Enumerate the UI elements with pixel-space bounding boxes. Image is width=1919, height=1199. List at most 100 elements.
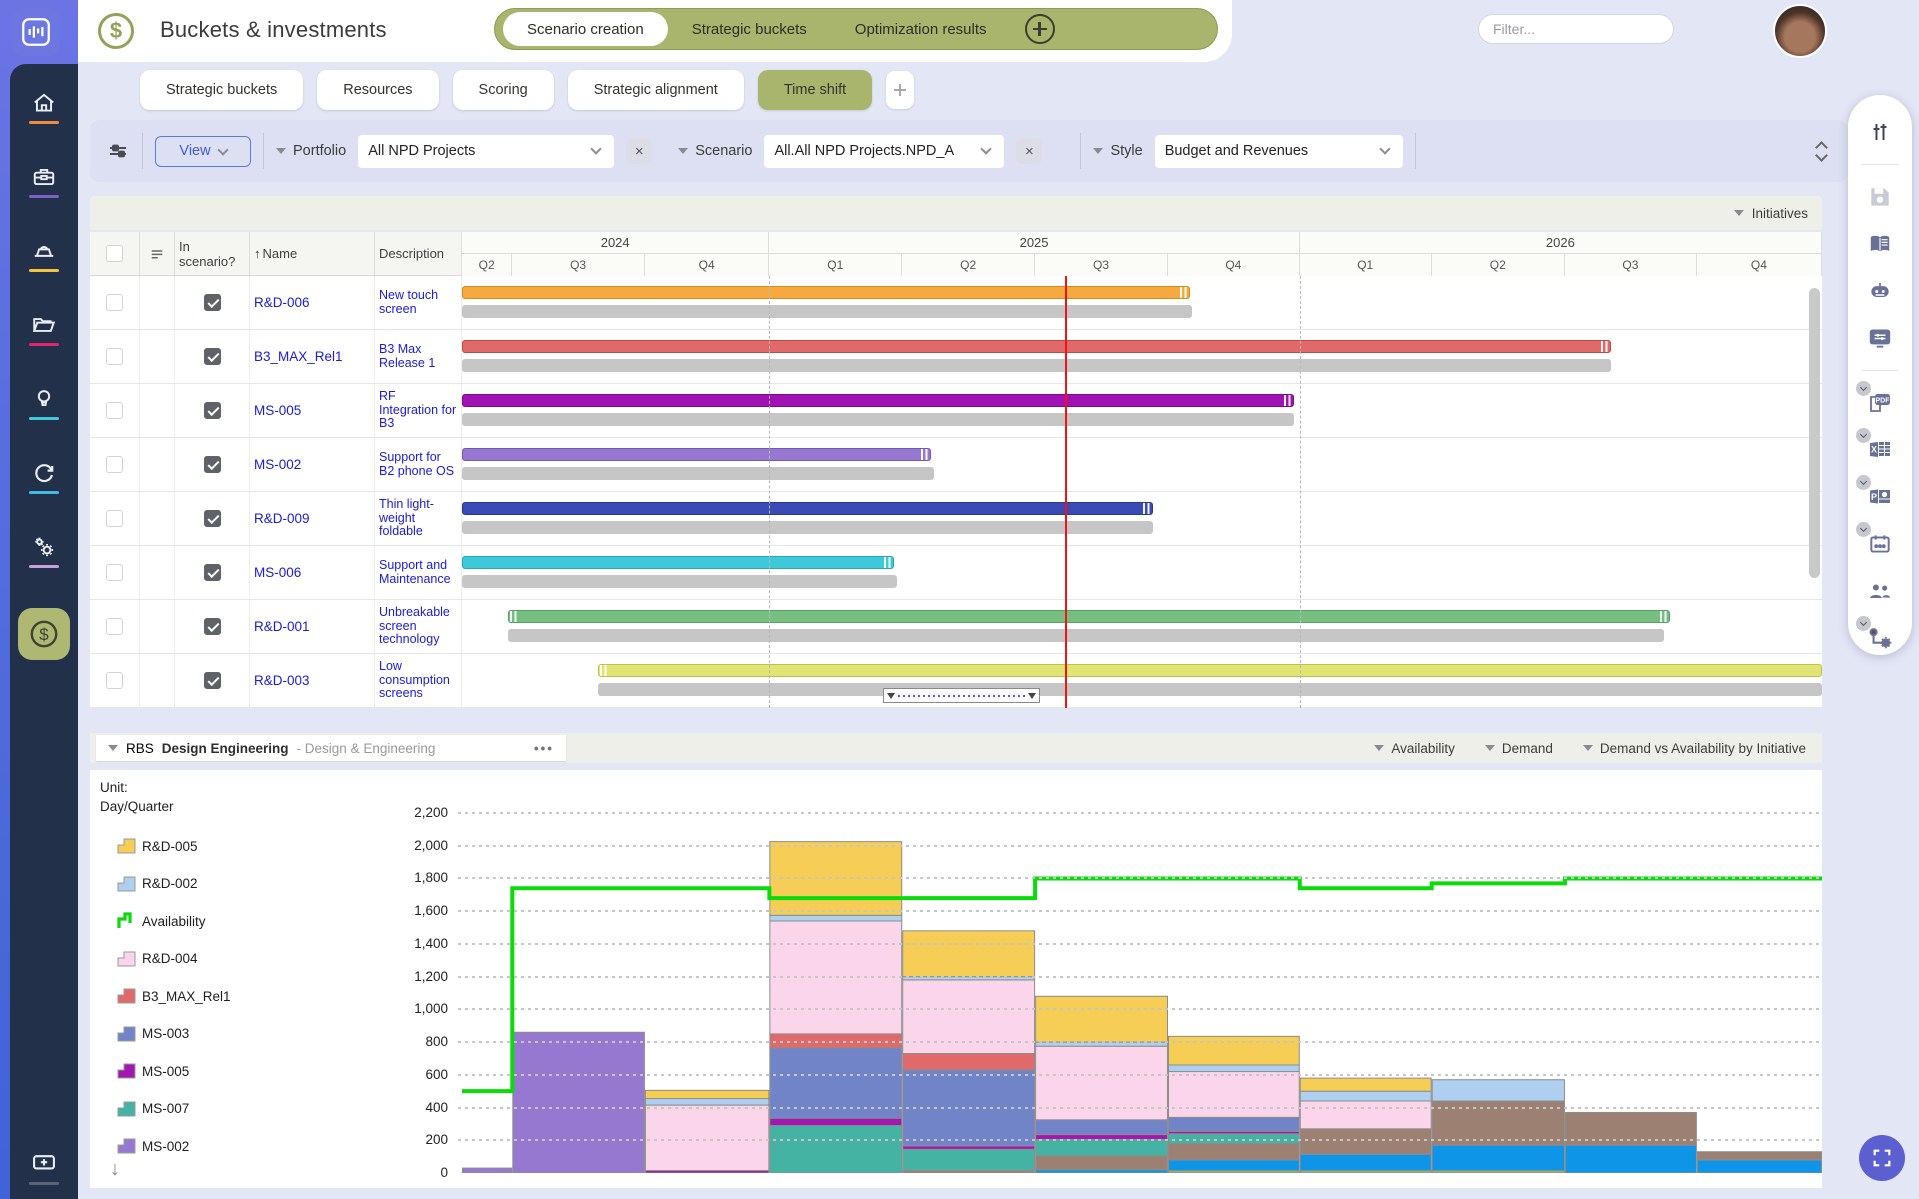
row-checkbox[interactable] xyxy=(106,402,123,419)
in-scenario-checkbox[interactable] xyxy=(204,348,221,365)
schedule-export-button[interactable] xyxy=(1865,529,1895,559)
app-logo[interactable] xyxy=(12,8,60,56)
reorder-icon[interactable] xyxy=(148,245,166,263)
initiatives-label[interactable]: Initiatives xyxy=(1752,206,1808,221)
legend-item[interactable]: R&D-005 xyxy=(116,836,198,856)
tab-scoring[interactable]: Scoring xyxy=(453,70,554,110)
toolbar-sliders-button[interactable] xyxy=(1865,117,1895,147)
gantt-bar[interactable] xyxy=(462,394,1294,407)
gantt-bar[interactable] xyxy=(462,340,1611,353)
gantt-bar[interactable] xyxy=(508,610,1669,623)
view-menu-button[interactable]: View xyxy=(155,136,251,167)
in-scenario-checkbox[interactable] xyxy=(204,456,221,473)
initiative-link[interactable]: MS-005 xyxy=(254,403,301,418)
scenario-select[interactable]: All.All NPD Projects.NPD_A xyxy=(764,135,1004,168)
legend-item[interactable]: MS-007 xyxy=(116,1099,189,1119)
row-checkbox[interactable] xyxy=(106,510,123,527)
sidebar-item-settings[interactable] xyxy=(20,534,68,608)
legend-item[interactable]: R&D-002 xyxy=(116,874,198,894)
legend-item[interactable]: B3_MAX_Rel1 xyxy=(116,986,231,1006)
tab-strategic-buckets[interactable]: Strategic buckets xyxy=(668,12,831,46)
legend-item[interactable]: R&D-004 xyxy=(116,949,198,969)
bar-height-spinner[interactable] xyxy=(1817,143,1832,160)
initiative-link[interactable]: R&D-006 xyxy=(254,295,310,310)
row-checkbox[interactable] xyxy=(106,564,123,581)
row-drag-cell[interactable] xyxy=(140,492,175,545)
sidebar-item-programs[interactable] xyxy=(20,238,68,312)
gantt-bar[interactable] xyxy=(462,556,894,569)
sliders-icon[interactable] xyxy=(106,139,130,163)
add-panel-icon[interactable] xyxy=(30,1148,58,1176)
sidebar-item-projects[interactable] xyxy=(20,164,68,238)
tab-optimization-results[interactable]: Optimization results xyxy=(831,12,1011,46)
in-scenario-checkbox[interactable] xyxy=(204,618,221,635)
column-header-name[interactable]: ↑ Name xyxy=(250,232,375,275)
sidebar-item-sync[interactable] xyxy=(20,460,68,534)
save-button[interactable] xyxy=(1865,182,1895,212)
gantt-bar[interactable] xyxy=(462,502,1153,515)
row-drag-cell[interactable] xyxy=(140,330,175,383)
initiative-link[interactable]: MS-002 xyxy=(254,457,301,472)
row-drag-cell[interactable] xyxy=(140,600,175,653)
assistant-button[interactable] xyxy=(1865,276,1895,306)
sidebar-item-home[interactable] xyxy=(20,90,68,164)
horizontal-scrollbar[interactable] xyxy=(883,688,1040,703)
share-users-button[interactable] xyxy=(1865,576,1895,606)
display-options-button[interactable] xyxy=(1865,323,1895,353)
export-ppt-button[interactable]: P xyxy=(1865,482,1895,512)
clear-scenario-button[interactable]: × xyxy=(1016,138,1042,164)
initiative-link[interactable]: B3_MAX_Rel1 xyxy=(254,349,343,364)
column-header-description[interactable]: Description xyxy=(375,232,462,275)
legend-item[interactable]: MS-002 xyxy=(116,1136,189,1156)
user-avatar[interactable] xyxy=(1773,4,1827,58)
workflow-options-chevron[interactable] xyxy=(1856,616,1871,631)
tab-resources[interactable]: Resources xyxy=(317,70,438,110)
fullscreen-button[interactable] xyxy=(1859,1135,1905,1181)
initiative-link[interactable]: R&D-001 xyxy=(254,619,310,634)
in-scenario-checkbox[interactable] xyxy=(204,510,221,527)
gantt-bar[interactable] xyxy=(598,664,1822,677)
link-availability[interactable]: Availability xyxy=(1374,741,1455,756)
row-checkbox[interactable] xyxy=(106,618,123,635)
row-drag-cell[interactable] xyxy=(140,276,175,329)
tab-time-shift[interactable]: Time shift xyxy=(758,70,872,110)
row-drag-cell[interactable] xyxy=(140,384,175,437)
global-filter-input[interactable] xyxy=(1478,14,1674,44)
rbs-selector[interactable]: RBS Design Engineering - Design & Engine… xyxy=(96,735,566,761)
rbs-more-button[interactable]: ••• xyxy=(534,741,554,756)
row-checkbox[interactable] xyxy=(106,348,123,365)
add-scenario-tab-button[interactable] xyxy=(1025,14,1055,44)
workflow-settings-button[interactable] xyxy=(1865,623,1895,653)
pdf-options-chevron[interactable] xyxy=(1856,381,1871,396)
sidebar-item-ideas[interactable] xyxy=(20,386,68,460)
tab-scenario-creation[interactable]: Scenario creation xyxy=(503,12,668,46)
portfolio-select[interactable]: All NPD Projects xyxy=(358,135,614,168)
sidebar-item-buckets-active[interactable]: $ xyxy=(18,608,70,660)
initiative-link[interactable]: MS-006 xyxy=(254,565,301,580)
in-scenario-checkbox[interactable] xyxy=(204,294,221,311)
in-scenario-checkbox[interactable] xyxy=(204,402,221,419)
tab-strategic-buckets-view[interactable]: Strategic buckets xyxy=(140,70,303,110)
clear-portfolio-button[interactable]: × xyxy=(626,138,652,164)
row-checkbox[interactable] xyxy=(106,294,123,311)
gantt-bar[interactable] xyxy=(462,286,1190,299)
sidebar-item-folders[interactable] xyxy=(20,312,68,386)
legend-item[interactable]: MS-003 xyxy=(116,1024,189,1044)
column-header-in-scenario[interactable]: In scenario? xyxy=(175,232,250,275)
link-demand-vs-availability[interactable]: Demand vs Availability by Initiative xyxy=(1583,741,1806,756)
row-checkbox[interactable] xyxy=(106,456,123,473)
excel-options-chevron[interactable] xyxy=(1856,428,1871,443)
initiative-link[interactable]: R&D-003 xyxy=(254,673,310,688)
schedule-options-chevron[interactable] xyxy=(1856,522,1871,537)
export-pdf-button[interactable]: PDF xyxy=(1865,388,1895,418)
in-scenario-checkbox[interactable] xyxy=(204,564,221,581)
row-drag-cell[interactable] xyxy=(140,438,175,491)
legend-item[interactable]: Availability xyxy=(116,911,206,931)
gantt-bar[interactable] xyxy=(462,448,931,461)
vertical-scrollbar[interactable] xyxy=(1809,288,1820,578)
in-scenario-checkbox[interactable] xyxy=(204,672,221,689)
documentation-button[interactable] xyxy=(1865,229,1895,259)
tab-strategic-alignment[interactable]: Strategic alignment xyxy=(568,70,744,110)
select-all-checkbox[interactable] xyxy=(106,245,123,262)
ppt-options-chevron[interactable] xyxy=(1856,475,1871,490)
